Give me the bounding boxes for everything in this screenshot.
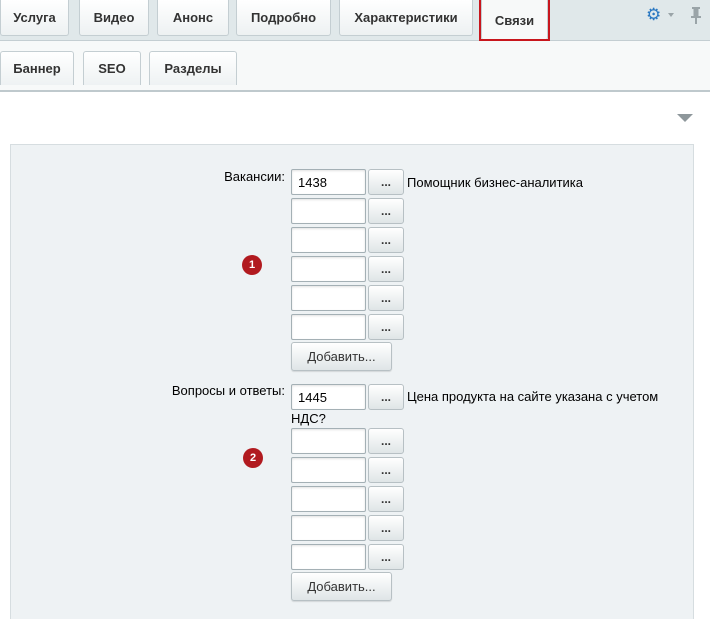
vacancies-add-button[interactable]: Добавить... [291, 342, 392, 371]
vacancy-browse-button[interactable]: ... [368, 285, 404, 311]
gear-icon[interactable]: ⚙ [646, 6, 668, 24]
tab-usluga[interactable]: Услуга [0, 0, 69, 36]
faq-id-input[interactable] [291, 515, 366, 541]
faq-browse-button[interactable]: ... [368, 544, 404, 570]
vacancy-browse-button[interactable]: ... [368, 169, 404, 195]
faq-id-input[interactable] [291, 457, 366, 483]
subtab-razdely[interactable]: Разделы [149, 51, 237, 85]
vacancies-label: Вакансии: [224, 169, 285, 184]
vacancy-id-input[interactable] [291, 227, 366, 253]
vacancy-id-input[interactable] [291, 256, 366, 282]
vacancy-name: Помощник бизнес-аналитика [407, 175, 583, 190]
faq-label: Вопросы и ответы: [171, 383, 285, 398]
tab-svyazi[interactable]: Связи [481, 0, 548, 40]
pin-icon[interactable] [689, 6, 703, 24]
vacancy-id-input[interactable] [291, 285, 366, 311]
faq-browse-button[interactable]: ... [368, 384, 404, 410]
vacancy-browse-button[interactable]: ... [368, 256, 404, 282]
vacancy-id-input[interactable] [291, 169, 366, 195]
chevron-down-icon[interactable] [668, 13, 674, 17]
sub-tab-bar: Баннер SEO Разделы [0, 41, 710, 92]
faq-id-input[interactable] [291, 384, 366, 410]
vacancy-id-input[interactable] [291, 314, 366, 340]
faq-add-button[interactable]: Добавить... [291, 572, 392, 601]
vacancy-browse-button[interactable]: ... [368, 198, 404, 224]
faq-id-input[interactable] [291, 428, 366, 454]
tab-video[interactable]: Видео [79, 0, 149, 36]
faq-id-input[interactable] [291, 486, 366, 512]
faq-browse-button[interactable]: ... [368, 457, 404, 483]
subtab-seo[interactable]: SEO [83, 51, 141, 85]
tab-harakteristiki[interactable]: Характеристики [339, 0, 473, 36]
tab-anons[interactable]: Анонс [157, 0, 229, 36]
tab-podrobno[interactable]: Подробно [236, 0, 331, 36]
faq-name: Цена продукта на сайте указана с учетом [407, 389, 659, 404]
top-tab-bar: Услуга Видео Анонс Подробно Характеристи… [0, 0, 710, 41]
subtab-banner[interactable]: Баннер [0, 51, 74, 85]
vacancy-browse-button[interactable]: ... [368, 227, 404, 253]
faq-browse-button[interactable]: ... [368, 486, 404, 512]
faq-browse-button[interactable]: ... [368, 515, 404, 541]
annotation-badge-1: 1 [242, 255, 262, 275]
annotation-badge-2: 2 [243, 448, 263, 468]
vacancy-browse-button[interactable]: ... [368, 314, 404, 340]
vacancy-id-input[interactable] [291, 198, 366, 224]
faq-id-input[interactable] [291, 544, 366, 570]
collapse-arrow-icon[interactable] [677, 114, 693, 122]
faq-browse-button[interactable]: ... [368, 428, 404, 454]
faq-name-continued: НДС? [291, 411, 326, 426]
